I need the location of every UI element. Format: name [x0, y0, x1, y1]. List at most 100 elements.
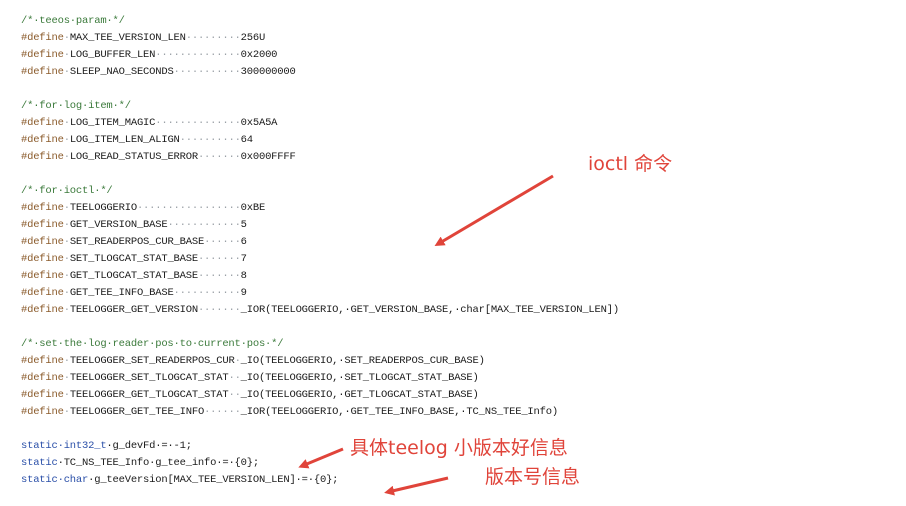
macro-name: SET_TLOGCAT_STAT_BASE: [69, 253, 198, 265]
code-line: #define·TEELOGGER_GET_TLOGCAT_STAT··_IO(…: [21, 387, 479, 404]
code-line: #define·SLEEP_NAO_SECONDS···········3000…: [21, 64, 296, 81]
comment: /*·for·log·item·*/: [21, 100, 131, 112]
code-line: #define·TEELOGGER_GET_TEE_INFO······_IOR…: [21, 404, 558, 421]
macro-name: MAX_TEE_VERSION_LEN: [69, 32, 186, 44]
code-line: #define·SET_READERPOS_CUR_BASE······6: [21, 234, 247, 251]
code-line: static·TC_NS_TEE_Info·g_tee_info·=·{0};: [21, 455, 259, 472]
code-line: #define·GET_VERSION_BASE············5: [21, 217, 247, 234]
keyword: static: [21, 457, 58, 469]
define-directive: #define: [21, 304, 64, 316]
define-directive: #define: [21, 49, 64, 61]
macro-value: 64: [240, 134, 253, 146]
code-line: #define·SET_TLOGCAT_STAT_BASE·······7: [21, 251, 247, 268]
code-line: /*·for·ioctl·*/: [21, 183, 113, 200]
whitespace-dots: ·········: [185, 32, 241, 44]
macro-name: SLEEP_NAO_SECONDS: [69, 66, 174, 78]
macro-name: LOG_ITEM_MAGIC: [69, 117, 156, 129]
code-line: #define·TEELOGGER_SET_READERPOS_CUR·_IO(…: [21, 353, 485, 370]
macro-value: _IOR(TEELOGGERIO,·GET_TEE_INFO_BASE,·TC_…: [240, 406, 558, 418]
define-directive: #define: [21, 372, 64, 384]
declaration: ·g_devFd·=·-1;: [106, 440, 192, 452]
define-directive: #define: [21, 270, 64, 282]
code-line: #define·LOG_BUFFER_LEN··············0x20…: [21, 47, 277, 64]
code-line: #define·LOG_ITEM_MAGIC··············0x5A…: [21, 115, 277, 132]
macro-name: TEELOGGER_GET_TEE_INFO: [69, 406, 205, 418]
code-line: #define·LOG_READ_STATUS_ERROR·······0x00…: [21, 149, 296, 166]
whitespace-dots: ······: [204, 236, 241, 248]
whitespace-dots: ·······: [197, 151, 241, 163]
macro-name: TEELOGGERIO: [69, 202, 137, 214]
macro-name: LOG_BUFFER_LEN: [69, 49, 156, 61]
macro-value: 256U: [240, 32, 266, 44]
code-line: #define·LOG_ITEM_LEN_ALIGN··········64: [21, 132, 253, 149]
code-editor[interactable]: /*·teeos·param·*/ #define·MAX_TEE_VERSIO…: [0, 0, 906, 506]
macro-name: GET_TEE_INFO_BASE: [69, 287, 174, 299]
macro-name: TEELOGGER_SET_TLOGCAT_STAT: [69, 372, 229, 384]
comment: /*·for·ioctl·*/: [21, 185, 113, 197]
define-directive: #define: [21, 236, 64, 248]
whitespace-dots: ···········: [173, 287, 241, 299]
code-line: #define·MAX_TEE_VERSION_LEN·········256U: [21, 30, 265, 47]
macro-name: LOG_ITEM_LEN_ALIGN: [69, 134, 180, 146]
whitespace-dots: ··········: [179, 134, 241, 146]
define-directive: #define: [21, 219, 64, 231]
whitespace-dots: ······: [204, 406, 241, 418]
code-line: #define·TEELOGGER_SET_TLOGCAT_STAT··_IO(…: [21, 370, 479, 387]
tee-info-annotation: 具体teelog 小版本好信息: [350, 437, 568, 459]
declaration: ·g_teeVersion[MAX_TEE_VERSION_LEN]·=·{0}…: [88, 474, 339, 486]
define-directive: #define: [21, 406, 64, 418]
macro-value: _IOR(TEELOGGERIO,·GET_VERSION_BASE,·char…: [240, 304, 619, 316]
define-directive: #define: [21, 202, 64, 214]
whitespace-dots: ··············: [155, 49, 241, 61]
macro-value: 300000000: [240, 66, 296, 78]
define-directive: #define: [21, 355, 64, 367]
ioctl-annotation: ioctl 命令: [588, 153, 673, 175]
whitespace-dots: ·······: [197, 304, 241, 316]
code-line: /*·set·the·log·reader·pos·to·current·pos…: [21, 336, 284, 353]
define-directive: #define: [21, 134, 64, 146]
whitespace-dots: ·················: [136, 202, 241, 214]
comment: /*·teeos·param·*/: [21, 15, 125, 27]
comment: /*·set·the·log·reader·pos·to·current·pos…: [21, 338, 284, 350]
whitespace-dots: ·······: [197, 253, 241, 265]
macro-value: 0x2000: [240, 49, 278, 61]
macro-value: _IO(TEELOGGERIO,·GET_TLOGCAT_STAT_BASE): [240, 389, 479, 401]
code-line: /*·for·log·item·*/: [21, 98, 131, 115]
whitespace-dots: ············: [167, 219, 241, 231]
version-annotation: 版本号信息: [485, 466, 581, 488]
macro-value: 0x5A5A: [240, 117, 278, 129]
macro-value: _IO(TEELOGGERIO,·SET_TLOGCAT_STAT_BASE): [240, 372, 479, 384]
keyword: static·int32_t: [21, 440, 107, 452]
macro-value: 0xBE: [240, 202, 266, 214]
macro-value: 5: [240, 219, 247, 231]
define-directive: #define: [21, 117, 64, 129]
define-directive: #define: [21, 32, 64, 44]
macro-value: 9: [240, 287, 247, 299]
macro-value: 7: [240, 253, 247, 265]
macro-value: 6: [240, 236, 247, 248]
code-line: #define·GET_TEE_INFO_BASE···········9: [21, 285, 247, 302]
macro-name: SET_READERPOS_CUR_BASE: [69, 236, 205, 248]
whitespace-dots: ··············: [155, 117, 241, 129]
code-line: static·int32_t·g_devFd·=·-1;: [21, 438, 192, 455]
define-directive: #define: [21, 287, 64, 299]
define-directive: #define: [21, 389, 64, 401]
macro-name: LOG_READ_STATUS_ERROR: [69, 151, 198, 163]
macro-name: TEELOGGER_GET_VERSION: [69, 304, 198, 316]
code-line: static·char·g_teeVersion[MAX_TEE_VERSION…: [21, 472, 338, 489]
define-directive: #define: [21, 151, 64, 163]
macro-value: 8: [240, 270, 247, 282]
macro-name: GET_VERSION_BASE: [69, 219, 168, 231]
macro-name: TEELOGGER_SET_READERPOS_CUR: [69, 355, 235, 367]
define-directive: #define: [21, 66, 64, 78]
whitespace-dots: ··: [228, 372, 241, 384]
code-line: #define·TEELOGGER_GET_VERSION·······_IOR…: [21, 302, 619, 319]
whitespace-dots: ·······: [197, 270, 241, 282]
macro-value: 0x000FFFF: [240, 151, 296, 163]
macro-value: _IO(TEELOGGERIO,·SET_READERPOS_CUR_BASE): [240, 355, 485, 367]
code-line: #define·GET_TLOGCAT_STAT_BASE·······8: [21, 268, 247, 285]
code-line: #define·TEELOGGERIO·················0xBE: [21, 200, 265, 217]
code-line: /*·teeos·param·*/: [21, 13, 125, 30]
macro-name: GET_TLOGCAT_STAT_BASE: [69, 270, 198, 282]
whitespace-dots: ··: [228, 389, 241, 401]
